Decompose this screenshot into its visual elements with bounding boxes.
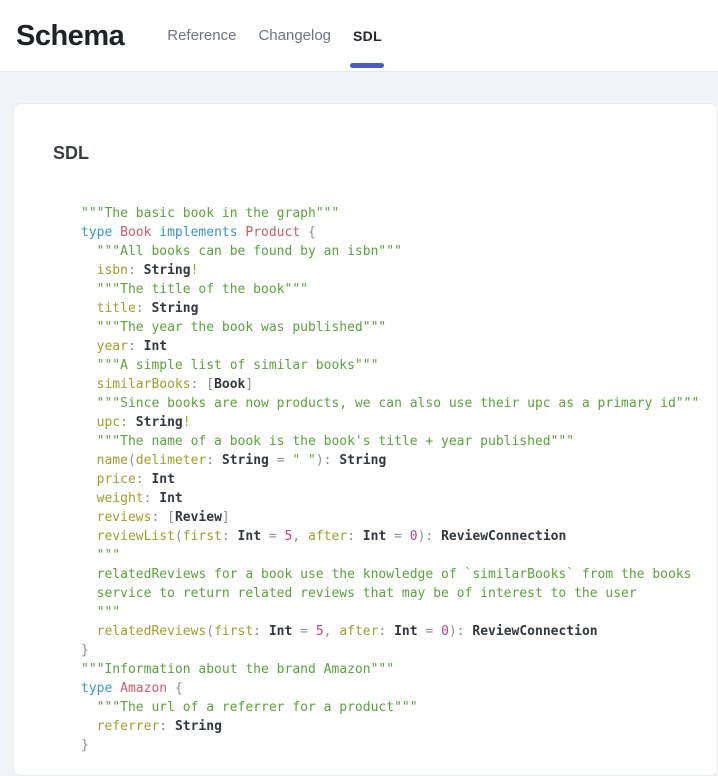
code-line: """Since books are now products, we can …: [81, 394, 707, 413]
sdl-code-block: """The basic book in the graph"""type Bo…: [81, 204, 707, 755]
sdl-card: SDL """The basic book in the graph"""typ…: [13, 103, 718, 776]
tab-sdl-label: SDL: [353, 28, 382, 44]
code-line: service to return related reviews that m…: [81, 584, 707, 603]
code-line: type Book implements Product {: [81, 223, 707, 242]
code-line: reviewList(first: Int = 5, after: Int = …: [81, 527, 707, 546]
code-line: referrer: String: [81, 717, 707, 736]
code-line: """A simple list of similar books""": [81, 356, 707, 375]
code-line: """The year the book was published""": [81, 318, 707, 337]
code-line: """Information about the brand Amazon""": [81, 660, 707, 679]
code-line: """All books can be found by an isbn""": [81, 242, 707, 261]
active-tab-indicator: [350, 63, 384, 68]
code-line: relatedReviews(first: Int = 5, after: In…: [81, 622, 707, 641]
tab-changelog-label: Changelog: [258, 27, 331, 44]
code-line: similarBooks: [Book]: [81, 375, 707, 394]
code-line: title: String: [81, 299, 707, 318]
code-line: isbn: String!: [81, 261, 707, 280]
code-line: relatedReviews for a book use the knowle…: [81, 565, 707, 584]
code-line: price: Int: [81, 470, 707, 489]
code-line: """: [81, 546, 707, 565]
code-line: }: [81, 641, 707, 660]
code-line: """: [81, 603, 707, 622]
code-line: weight: Int: [81, 489, 707, 508]
code-line: upc: String!: [81, 413, 707, 432]
tab-reference-label: Reference: [167, 27, 236, 44]
code-line: reviews: [Review]: [81, 508, 707, 527]
code-line: """The name of a book is the book's titl…: [81, 432, 707, 451]
code-line: }: [81, 736, 707, 755]
code-line: year: Int: [81, 337, 707, 356]
tab-changelog[interactable]: Changelog: [247, 0, 342, 72]
code-line: type Amazon {: [81, 679, 707, 698]
tab-reference[interactable]: Reference: [156, 0, 247, 72]
tab-bar: Reference Changelog SDL: [156, 0, 393, 72]
code-line: """The basic book in the graph""": [81, 204, 707, 223]
schema-header: Schema Reference Changelog SDL: [0, 0, 718, 72]
code-line: """The title of the book""": [81, 280, 707, 299]
tab-sdl[interactable]: SDL: [342, 0, 393, 72]
code-line: name(delimeter: String = " "): String: [81, 451, 707, 470]
code-line: """The url of a referrer for a product""…: [81, 698, 707, 717]
page-title: Schema: [16, 0, 124, 72]
sdl-heading: SDL: [53, 143, 707, 164]
